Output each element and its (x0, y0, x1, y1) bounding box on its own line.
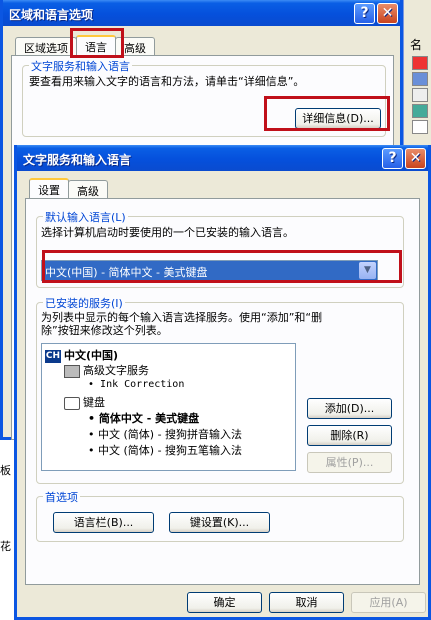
details-button[interactable]: 详细信息(D)... (295, 108, 381, 129)
title-bar[interactable]: 区域和语言选项 ? ✕ (3, 0, 400, 26)
window-title: 文字服务和输入语言 (23, 153, 132, 167)
services-icon (64, 364, 80, 378)
chevron-down-icon[interactable]: ▼ (359, 262, 376, 279)
remove-button[interactable]: 删除(R) (307, 425, 392, 446)
group-title: 文字服务和输入语言 (29, 58, 132, 74)
bullet-icon: • (88, 444, 98, 457)
bullet-icon: • (88, 412, 99, 425)
preferences-group: 首选项 语言栏(B)... 键设置(K)... (36, 489, 404, 542)
app-icon (412, 56, 428, 70)
add-button[interactable]: 添加(D)... (307, 398, 392, 419)
key-settings-button[interactable]: 键设置(K)... (169, 512, 270, 533)
selected-value: 中文(中国) - 简体中文 - 美式键盘 (45, 266, 208, 279)
app-icon (412, 72, 428, 86)
app-icon (412, 88, 428, 102)
tab-advanced[interactable]: 高级 (115, 37, 155, 56)
background-desktop: 板 花 (0, 440, 14, 620)
tab-strip: 区域选项 语言 高级 (15, 35, 155, 56)
group-title: 首选项 (43, 489, 80, 505)
app-icon (412, 104, 428, 118)
tree-item-advanced-services[interactable]: 高级文字服务 (64, 362, 149, 378)
text-services-group: 文字服务和输入语言 要查看用来输入文字的语言和方法，请单击“详细信息”。 详细信… (22, 58, 386, 137)
tree-item-kb3[interactable]: • 中文 (简体) - 搜狗五笔输入法 (88, 442, 242, 458)
text-services-window: 文字服务和输入语言 ? ✕ 设置 高级 默认输入语言(L) 选择计算机启动时要使… (14, 145, 431, 620)
tab-languages[interactable]: 语言 (76, 35, 116, 56)
window-title: 区域和语言选项 (9, 8, 94, 22)
tree-item-keyboard[interactable]: 键盘 (64, 394, 105, 410)
tab-strip: 设置 高级 (29, 178, 108, 199)
left-fragment-text: 板 (0, 464, 11, 477)
cancel-button[interactable]: 取消 (269, 592, 344, 613)
close-button[interactable]: ✕ (377, 3, 398, 24)
help-button[interactable]: ? (354, 3, 375, 24)
close-button[interactable]: ✕ (405, 148, 426, 169)
group-description: 选择计算机启动时要使用的一个已安装的输入语言。 (41, 226, 294, 239)
default-language-group: 默认输入语言(L) 选择计算机启动时要使用的一个已安装的输入语言。 中文(中国)… (36, 209, 404, 288)
keyboard-icon (64, 396, 80, 410)
services-tree[interactable]: CH 中文(中国) 高级文字服务 • Ink Correction 键盘 • 简体… (41, 343, 296, 471)
group-description-line1: 为列表中显示的每个输入语言选择服务。使用“添加”和“删 (41, 311, 323, 324)
ok-button[interactable]: 确定 (187, 592, 262, 613)
bullet-icon: • (88, 379, 101, 390)
tab-panel: 默认输入语言(L) 选择计算机启动时要使用的一个已安装的输入语言。 中文(中国)… (25, 198, 420, 585)
group-title: 已安装的服务(I) (43, 295, 125, 311)
app-icon (412, 120, 428, 134)
installed-services-group: 已安装的服务(I) 为列表中显示的每个输入语言选择服务。使用“添加”和“删 除”… (36, 295, 404, 484)
right-fragment-text: 名 (410, 38, 423, 52)
bullet-icon: • (88, 428, 98, 441)
tab-regional-options[interactable]: 区域选项 (15, 37, 77, 56)
tree-item-language[interactable]: CH 中文(中国) (45, 347, 118, 363)
title-bar[interactable]: 文字服务和输入语言 ? ✕ (17, 145, 428, 171)
group-description-line2: 除”按钮来修改这个列表。 (41, 324, 168, 337)
tab-advanced[interactable]: 高级 (68, 180, 108, 199)
default-language-select[interactable]: 中文(中国) - 简体中文 - 美式键盘 ▼ (41, 260, 378, 281)
tree-item-ink[interactable]: • Ink Correction (88, 379, 184, 390)
help-button[interactable]: ? (382, 148, 403, 169)
left-fragment-text: 花 (0, 540, 11, 553)
tab-settings[interactable]: 设置 (29, 178, 69, 199)
tree-item-kb2[interactable]: • 中文 (简体) - 搜狗拼音输入法 (88, 426, 242, 442)
group-description: 要查看用来输入文字的语言和方法，请单击“详细信息”。 (29, 75, 305, 88)
properties-button[interactable]: 属性(P)... (307, 452, 392, 473)
group-title: 默认输入语言(L) (43, 209, 128, 225)
language-icon: CH (45, 349, 61, 363)
apply-button[interactable]: 应用(A) (351, 592, 426, 613)
language-bar-button[interactable]: 语言栏(B)... (53, 512, 154, 533)
tree-item-kb1[interactable]: • 简体中文 - 美式键盘 (88, 410, 199, 426)
